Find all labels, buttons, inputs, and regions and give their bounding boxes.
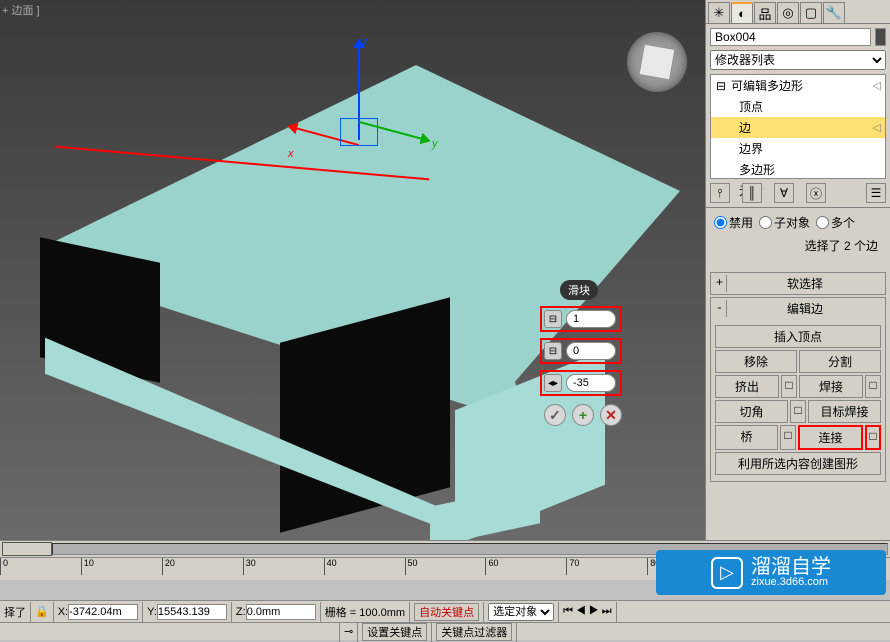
watermark-brand: 溜溜自学	[751, 557, 831, 577]
chamfer-settings-button[interactable]: □	[790, 400, 806, 423]
show-result-button[interactable]: ║	[742, 183, 762, 203]
stack-root[interactable]: 可编辑多边形	[731, 77, 803, 94]
object-name-input[interactable]	[710, 28, 871, 46]
time-slider-thumb[interactable]	[2, 542, 52, 556]
remove-button[interactable]: 移除	[715, 350, 797, 373]
caddy-input-3[interactable]	[566, 374, 616, 392]
command-panel: ✳ ◐ 品 ◎ ▢ 🔧 修改器列表 ⊟可编辑多边形◁ 顶点 边◁ 边界 多边形 …	[705, 0, 890, 540]
preview-off-radio[interactable]	[714, 216, 727, 229]
stack-edge[interactable]: 边◁	[711, 117, 885, 138]
watermark: ▷ 溜溜自学 zixue.3d66.com	[656, 550, 886, 595]
configure-sets-button[interactable]: ☰	[866, 183, 886, 203]
remove-modifier-button[interactable]: ⓧ	[806, 183, 826, 203]
split-button[interactable]: 分割	[799, 350, 881, 373]
tab-motion[interactable]: ◎	[777, 2, 799, 24]
connect-settings-button[interactable]: □	[865, 425, 881, 450]
x-coord-input[interactable]	[68, 604, 138, 620]
create-shape-button[interactable]: 利用所选内容创建图形	[715, 452, 881, 475]
caddy-ok-button[interactable]: ✓	[544, 404, 566, 426]
selection-info: 选择了 2 个边	[710, 233, 886, 258]
tab-create[interactable]: ✳	[708, 2, 730, 24]
status-bar: 择了 🔒 X: Y: Z: 栅格 = 100.0mm 自动关键点 选定对象 ⏮ …	[0, 600, 890, 622]
caddy-controls: 滑块 ⊟ ⊟ ◂▸ ✓ + ✕	[540, 280, 622, 426]
modifier-stack[interactable]: ⊟可编辑多边形◁ 顶点 边◁ 边界 多边形 元素	[710, 74, 886, 179]
key-mode-select[interactable]: 选定对象	[488, 603, 554, 621]
soft-selection-rollout[interactable]: +软选择	[711, 273, 885, 294]
slide-icon[interactable]: ◂▸	[544, 374, 562, 392]
tab-modify[interactable]: ◐	[731, 2, 753, 24]
make-unique-button[interactable]: ∀	[774, 183, 794, 203]
caddy-add-button[interactable]: +	[572, 404, 594, 426]
playback-controls[interactable]: ⏮ ◀ ▶ ⏭	[559, 602, 617, 622]
y-coord-input[interactable]	[157, 604, 227, 620]
lock-icon[interactable]: 🔒	[31, 602, 54, 622]
extrude-settings-button[interactable]: □	[781, 375, 797, 398]
3d-viewport[interactable]: + 边面 ] z x y 滑块 ⊟	[0, 0, 705, 540]
caddy-cancel-button[interactable]: ✕	[600, 404, 622, 426]
tab-hierarchy[interactable]: 品	[754, 2, 776, 24]
weld-button[interactable]: 焊接	[799, 375, 863, 398]
segments-icon[interactable]: ⊟	[544, 310, 562, 328]
connect-button[interactable]: 连接	[798, 425, 863, 450]
pinch-icon[interactable]: ⊟	[544, 342, 562, 360]
caddy-input-1[interactable]	[566, 310, 616, 328]
viewcube[interactable]	[627, 32, 687, 92]
command-panel-tabs: ✳ ◐ 品 ◎ ▢ 🔧	[706, 0, 890, 24]
axis-y-label: y	[432, 138, 438, 150]
set-key-button[interactable]: 设置关键点	[362, 623, 427, 641]
chamfer-button[interactable]: 切角	[715, 400, 788, 423]
tab-display[interactable]: ▢	[800, 2, 822, 24]
pin-stack-button[interactable]: ⫯	[710, 183, 730, 203]
extrude-button[interactable]: 挤出	[715, 375, 779, 398]
stack-vertex[interactable]: 顶点	[711, 96, 885, 117]
selection-status: 择了	[0, 602, 31, 622]
bridge-button[interactable]: 桥	[715, 425, 778, 450]
status-bar-2: ⊸ 设置关键点 关键点过滤器	[0, 622, 890, 640]
move-gizmo[interactable]: z x y	[280, 40, 440, 170]
modifier-list-dropdown[interactable]: 修改器列表	[710, 50, 886, 70]
auto-key-button[interactable]: 自动关键点	[414, 603, 479, 621]
z-coord-input[interactable]	[246, 604, 316, 620]
play-icon: ▷	[711, 557, 743, 589]
axis-z-label: z	[362, 36, 368, 48]
weld-settings-button[interactable]: □	[865, 375, 881, 398]
tab-utilities[interactable]: 🔧	[823, 2, 845, 24]
insert-vertex-button[interactable]: 插入顶点	[715, 325, 881, 348]
key-filter-button[interactable]: 关键点过滤器	[436, 623, 512, 641]
object-color-swatch[interactable]	[875, 28, 886, 46]
preview-subobj-radio[interactable]	[759, 216, 772, 229]
grid-info: 栅格 = 100.0mm	[321, 602, 410, 622]
watermark-url: zixue.3d66.com	[751, 577, 831, 588]
axis-x-label: x	[288, 148, 294, 160]
preview-multi-radio[interactable]	[816, 216, 829, 229]
stack-polygon[interactable]: 多边形	[711, 159, 885, 180]
bridge-settings-button[interactable]: □	[780, 425, 796, 450]
caddy-input-2[interactable]	[566, 342, 616, 360]
caddy-title: 滑块	[560, 280, 598, 300]
stack-border[interactable]: 边界	[711, 138, 885, 159]
target-weld-button[interactable]: 目标焊接	[808, 400, 881, 423]
edit-edges-rollout[interactable]: -编辑边	[711, 298, 885, 319]
